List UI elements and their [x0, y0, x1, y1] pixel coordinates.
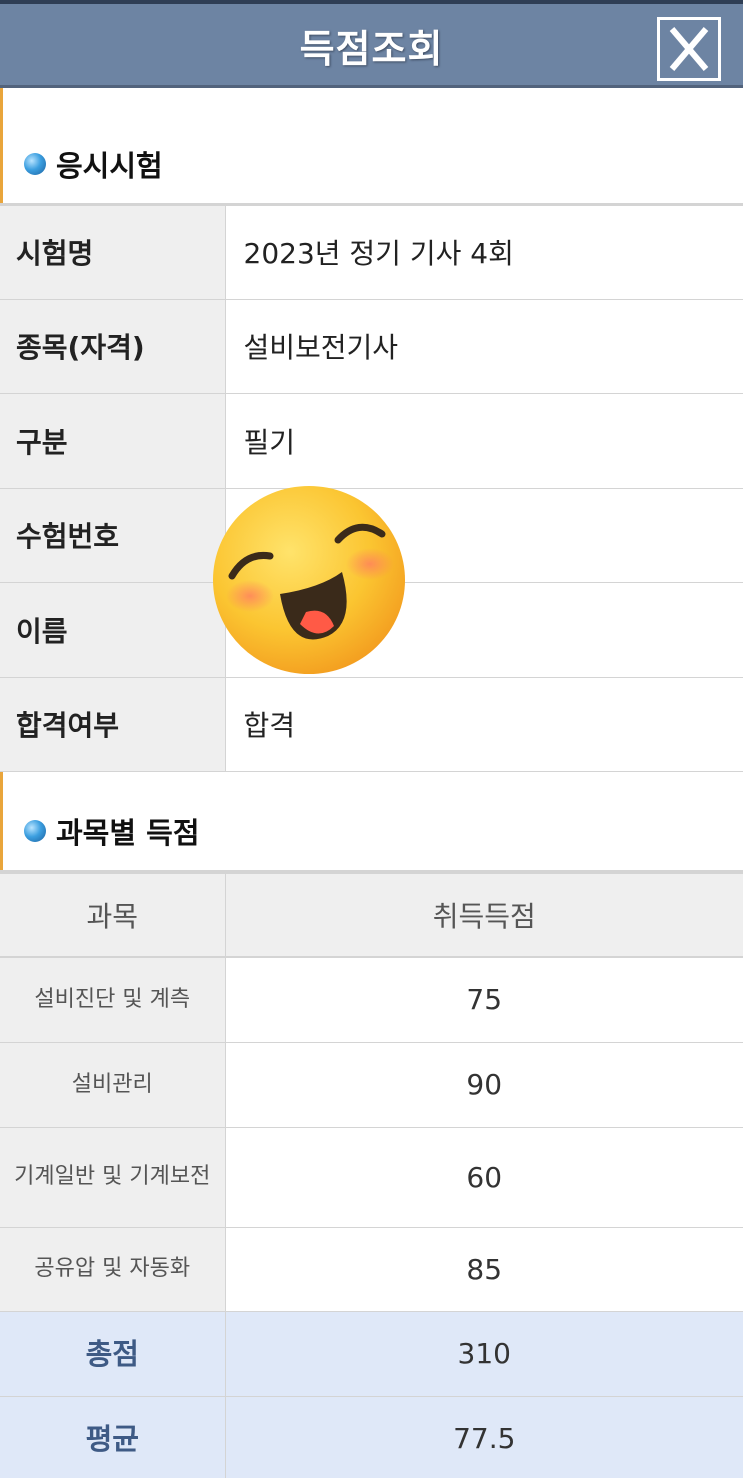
- score-cell: 90: [225, 1042, 743, 1128]
- bullet-icon: [24, 820, 46, 842]
- title-bar: 득점조회: [0, 0, 743, 88]
- score-cell: 75: [225, 957, 743, 1043]
- page-title: 득점조회: [299, 27, 444, 71]
- row-value: 합격: [225, 677, 743, 772]
- table-row: 공유압 및 자동화 85: [0, 1227, 743, 1312]
- table-row: 구분 필기: [0, 393, 743, 489]
- section-scores-label: 과목별 득점: [56, 816, 200, 850]
- subject-cell: 설비진단 및 계측: [0, 957, 226, 1043]
- bullet-icon: [24, 153, 46, 175]
- table-row: 설비진단 및 계측 75: [0, 957, 743, 1043]
- average-value: 77.5: [225, 1396, 743, 1478]
- total-value: 310: [225, 1311, 743, 1397]
- table-row: 설비관리 90: [0, 1042, 743, 1128]
- row-label: 합격여부: [0, 677, 226, 772]
- average-row: 평균 77.5: [0, 1396, 743, 1478]
- subject-cell: 기계일반 및 기계보전: [0, 1127, 226, 1228]
- total-label: 총점: [0, 1311, 226, 1397]
- row-label: 종목(자격): [0, 299, 226, 394]
- table-row: 합격여부 합격: [0, 677, 743, 772]
- column-header-score: 취득득점: [225, 872, 743, 958]
- score-table: 과목 취득득점 설비진단 및 계측 75 설비관리 90 기계일반 및 기계보전…: [0, 870, 743, 1478]
- column-header-subject: 과목: [0, 872, 226, 958]
- total-row: 총점 310: [0, 1311, 743, 1397]
- row-value: 필기: [225, 393, 743, 489]
- table-row: 기계일반 및 기계보전 60: [0, 1127, 743, 1228]
- row-label: 시험명: [0, 204, 226, 300]
- row-value: 설비보전기사: [225, 299, 743, 394]
- score-cell: 60: [225, 1127, 743, 1228]
- row-label: 수험번호: [0, 488, 226, 583]
- row-label: 이름: [0, 582, 226, 678]
- table-row: 시험명 2023년 정기 기사 4회: [0, 204, 743, 300]
- section-exam-heading: 응시시험: [24, 144, 163, 184]
- smiling-face-emoji: [210, 484, 408, 676]
- score-cell: 85: [225, 1227, 743, 1312]
- table-row: 종목(자격) 설비보전기사: [0, 299, 743, 394]
- section-scores-heading: 과목별 득점: [24, 811, 200, 851]
- table-header-row: 과목 취득득점: [0, 872, 743, 958]
- close-icon: [669, 27, 709, 71]
- subject-cell: 설비관리: [0, 1042, 226, 1128]
- row-value: 2023년 정기 기사 4회: [225, 204, 743, 300]
- average-label: 평균: [0, 1396, 226, 1478]
- section-exam-label: 응시시험: [56, 149, 163, 183]
- close-button[interactable]: [657, 17, 721, 81]
- row-label: 구분: [0, 393, 226, 489]
- subject-cell: 공유압 및 자동화: [0, 1227, 226, 1312]
